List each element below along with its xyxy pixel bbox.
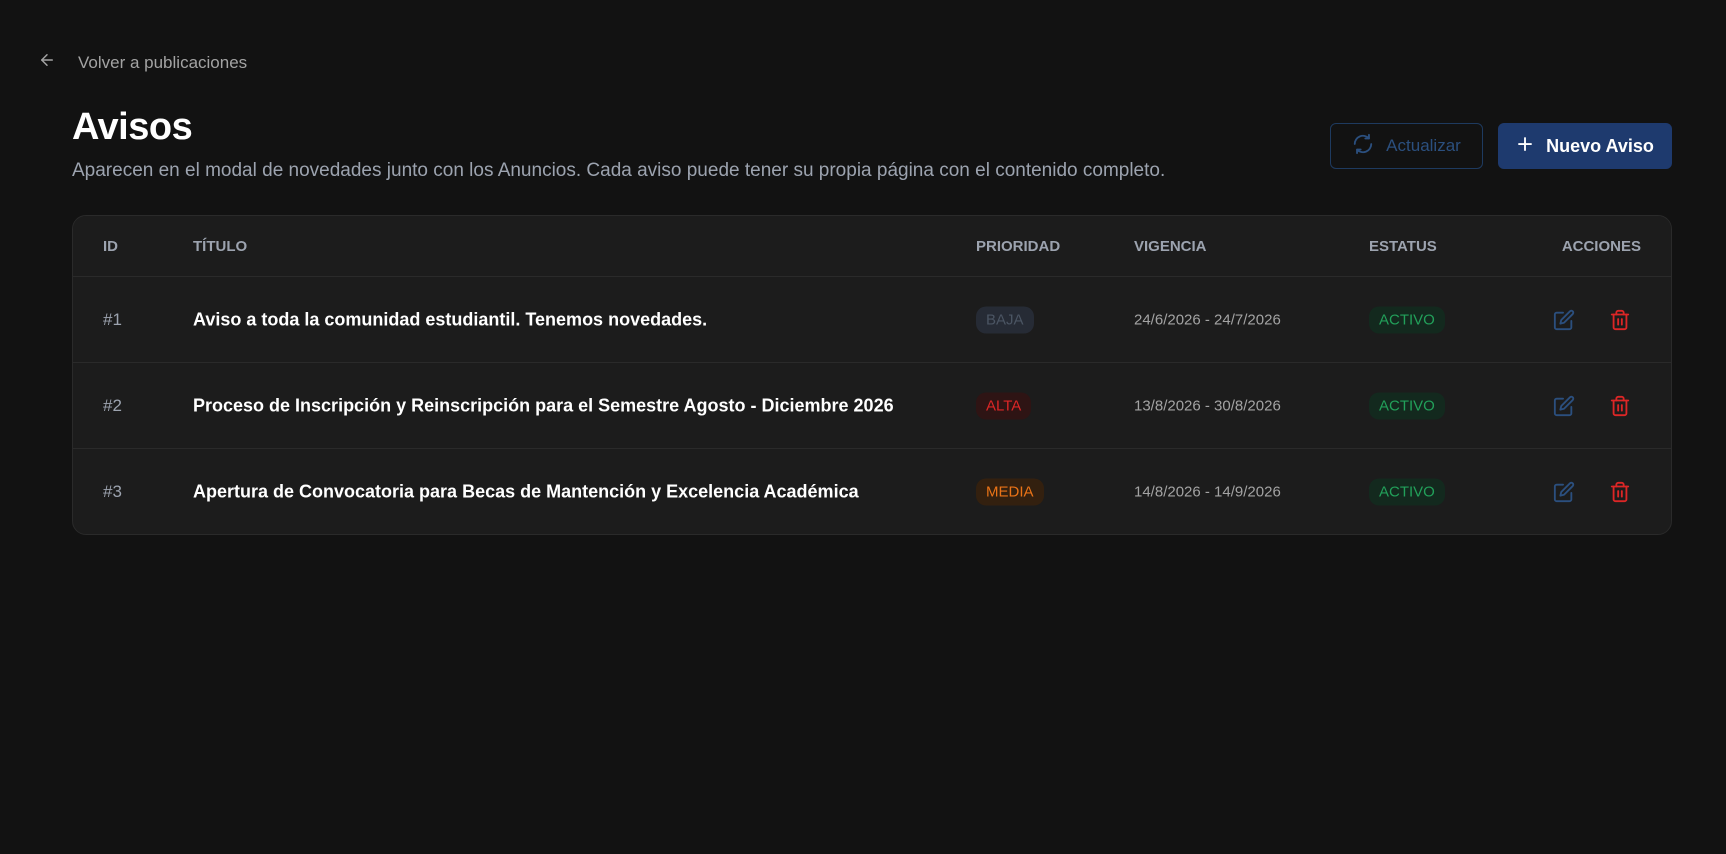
notices-table: ID TÍTULO PRIORIDAD VIGENCIA ESTATUS ACC…: [72, 215, 1672, 535]
priority-cell: MEDIA: [976, 478, 1044, 506]
status-cell: ACTIVO: [1369, 306, 1445, 333]
row-validity: 13/8/2026 - 30/8/2026: [1134, 397, 1281, 414]
row-validity: 14/8/2026 - 14/9/2026: [1134, 483, 1281, 501]
table-row: #2 Proceso de Inscripción y Reinscripció…: [73, 363, 1671, 449]
status-badge: ACTIVO: [1369, 306, 1445, 333]
status-badge: ACTIVO: [1369, 392, 1445, 419]
row-actions: [1553, 395, 1631, 417]
new-notice-button[interactable]: Nuevo Aviso: [1498, 123, 1672, 169]
table-row: #3 Apertura de Convocatoria para Becas d…: [73, 449, 1671, 534]
back-to-publications-link[interactable]: Volver a publicaciones: [38, 51, 247, 74]
column-header-priority: PRIORIDAD: [976, 238, 1061, 255]
column-header-actions: ACCIONES: [1561, 238, 1641, 255]
column-header-title: TÍTULO: [193, 238, 248, 255]
priority-badge: MEDIA: [976, 478, 1044, 506]
row-title: Aviso a toda la comunidad estudiantil. T…: [193, 309, 708, 329]
delete-icon[interactable]: [1609, 481, 1631, 503]
row-validity: 24/6/2026 - 24/7/2026: [1134, 311, 1281, 328]
page-subtitle: Aparecen en el modal de novedades junto …: [72, 160, 1166, 181]
priority-badge: BAJA: [976, 306, 1034, 333]
table-header: ID TÍTULO PRIORIDAD VIGENCIA ESTATUS ACC…: [73, 216, 1671, 277]
priority-cell: BAJA: [976, 306, 1034, 333]
column-header-status: ESTATUS: [1369, 238, 1437, 255]
arrow-left-icon: [38, 51, 56, 74]
column-header-validity: VIGENCIA: [1134, 238, 1207, 255]
row-id: #3: [103, 482, 122, 501]
status-cell: ACTIVO: [1369, 392, 1445, 419]
edit-icon[interactable]: [1553, 481, 1575, 503]
status-badge: ACTIVO: [1369, 478, 1445, 506]
row-actions: [1553, 481, 1631, 503]
refresh-icon: [1352, 133, 1374, 160]
row-id: #2: [103, 395, 122, 415]
plus-icon: [1516, 135, 1534, 158]
new-notice-button-label: Nuevo Aviso: [1546, 135, 1654, 156]
refresh-button[interactable]: Actualizar: [1330, 123, 1483, 169]
row-id: #1: [103, 309, 122, 329]
priority-badge: ALTA: [976, 392, 1032, 419]
priority-cell: ALTA: [976, 392, 1032, 419]
refresh-button-label: Actualizar: [1386, 136, 1461, 155]
table-row: #1 Aviso a toda la comunidad estudiantil…: [73, 277, 1671, 363]
row-title: Proceso de Inscripción y Reinscripción p…: [193, 395, 894, 415]
row-title: Apertura de Convocatoria para Becas de M…: [193, 481, 859, 502]
edit-icon[interactable]: [1553, 395, 1575, 417]
row-actions: [1553, 309, 1631, 331]
delete-icon[interactable]: [1609, 309, 1631, 331]
page-title: Avisos: [72, 106, 193, 148]
edit-icon[interactable]: [1553, 309, 1575, 331]
back-link-label: Volver a publicaciones: [78, 52, 248, 72]
status-cell: ACTIVO: [1369, 478, 1445, 506]
column-header-id: ID: [103, 238, 118, 255]
delete-icon[interactable]: [1609, 395, 1631, 417]
